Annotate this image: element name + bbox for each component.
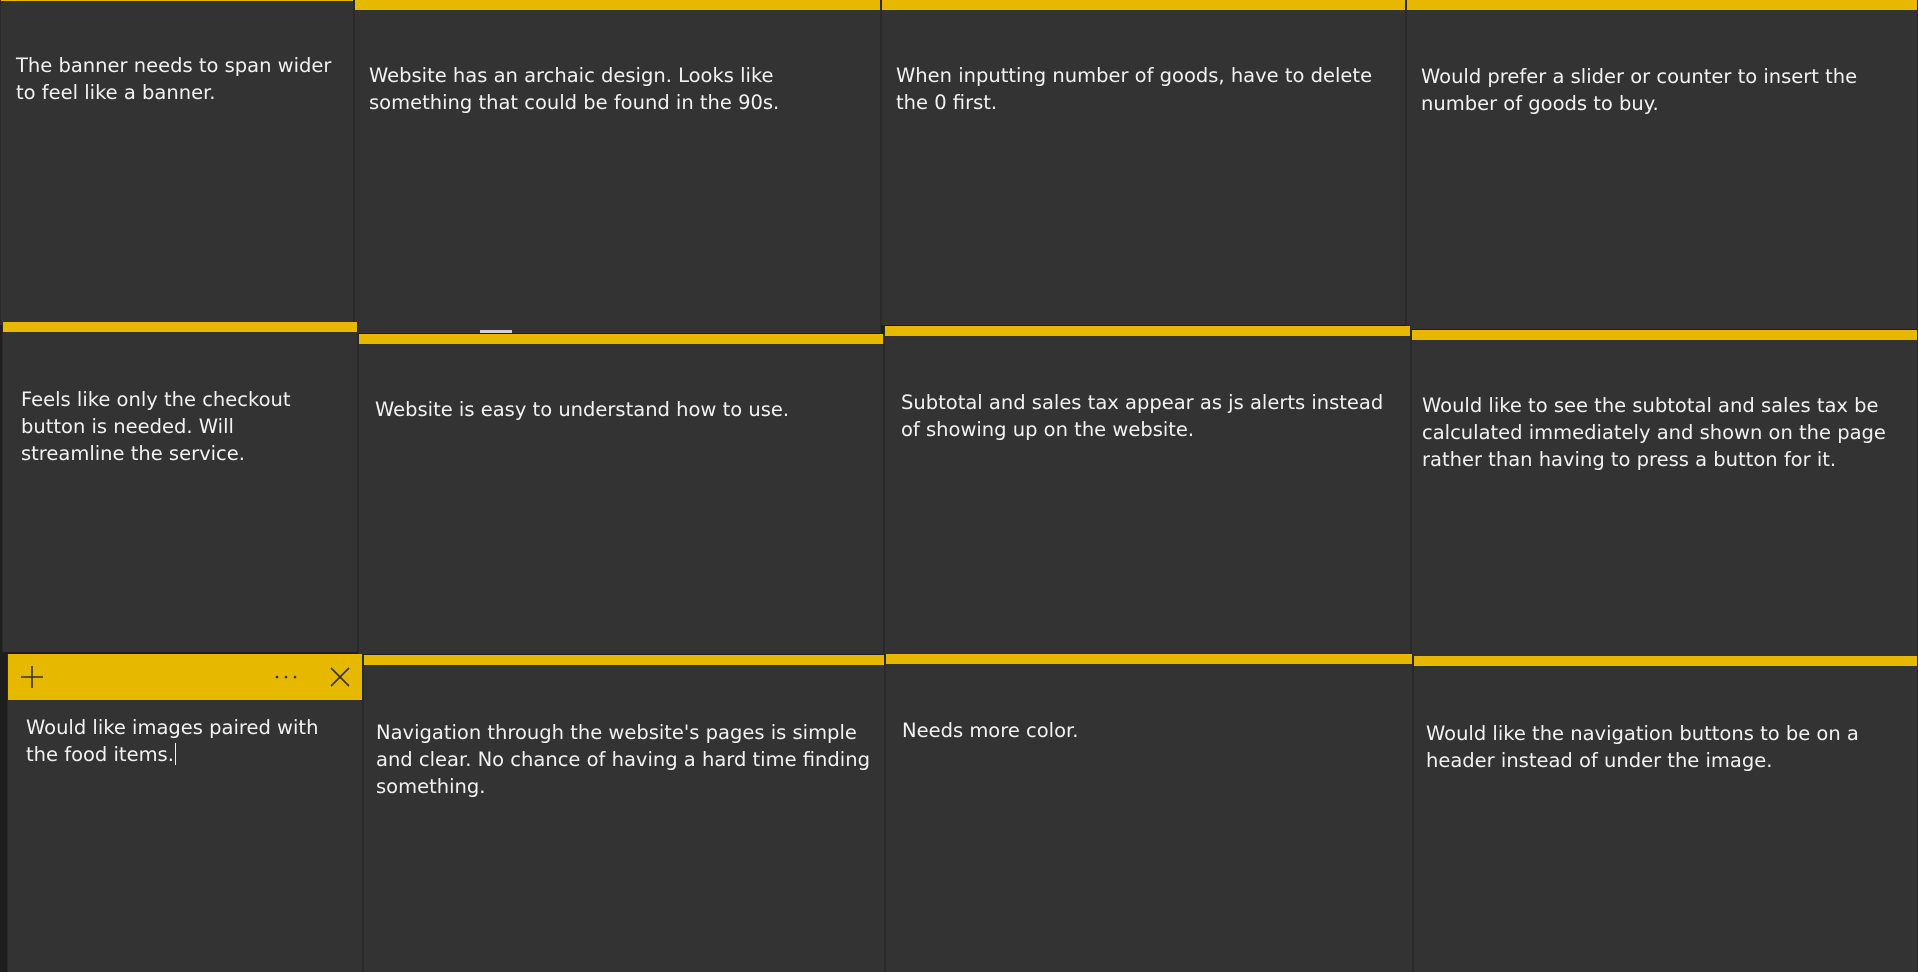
note-text[interactable]: Website has an archaic design. Looks lik…: [369, 62, 869, 116]
note-text-editor[interactable]: Would like images paired with the food i…: [26, 714, 356, 768]
sticky-note[interactable]: Subtotal and sales tax appear as js aler…: [884, 326, 1411, 656]
sticky-note[interactable]: Would like the navigation buttons to be …: [1413, 656, 1918, 972]
note-title-bar[interactable]: [1414, 656, 1917, 666]
sticky-note-active[interactable]: Would like images paired with the food i…: [7, 654, 363, 972]
note-title-bar[interactable]: [359, 334, 883, 344]
sticky-note[interactable]: When inputting number of goods, have to …: [881, 0, 1406, 325]
ellipsis-icon: [275, 675, 297, 679]
note-title-bar[interactable]: [1, 0, 353, 1]
note-text[interactable]: Would like the navigation buttons to be …: [1426, 720, 1916, 774]
sticky-note[interactable]: Would prefer a slider or counter to inse…: [1406, 0, 1918, 329]
note-title-bar[interactable]: [1407, 0, 1917, 10]
sticky-note[interactable]: Would like to see the subtotal and sales…: [1411, 330, 1918, 660]
menu-button[interactable]: [266, 654, 306, 700]
new-note-button[interactable]: [12, 654, 52, 700]
note-title-bar[interactable]: [882, 0, 1405, 10]
scroll-indicator[interactable]: [480, 330, 512, 333]
note-text[interactable]: Would like to see the subtotal and sales…: [1422, 392, 1912, 473]
sticky-note[interactable]: Needs more color.: [885, 654, 1413, 972]
sticky-note[interactable]: Navigation through the website's pages i…: [363, 655, 885, 972]
note-title-bar[interactable]: [886, 654, 1412, 664]
note-title-bar[interactable]: [8, 654, 362, 700]
sticky-note[interactable]: The banner needs to span wider to feel l…: [0, 0, 354, 325]
sticky-note[interactable]: Feels like only the checkout button is n…: [2, 322, 358, 652]
note-text[interactable]: The banner needs to span wider to feel l…: [16, 52, 336, 106]
note-text[interactable]: Would prefer a slider or counter to inse…: [1421, 63, 1911, 117]
sticky-note[interactable]: Website is easy to understand how to use…: [358, 334, 884, 654]
note-title-bar[interactable]: [355, 0, 880, 10]
sticky-notes-board: The banner needs to span wider to feel l…: [0, 0, 1918, 972]
note-text[interactable]: Subtotal and sales tax appear as js aler…: [901, 389, 1401, 443]
plus-icon: [21, 666, 43, 688]
note-title-bar[interactable]: [1412, 330, 1917, 340]
note-title-bar[interactable]: [364, 655, 884, 665]
note-text[interactable]: Website is easy to understand how to use…: [375, 396, 875, 423]
note-text[interactable]: Navigation through the website's pages i…: [376, 719, 876, 800]
note-title-bar[interactable]: [885, 326, 1410, 336]
note-text[interactable]: Feels like only the checkout button is n…: [21, 386, 341, 467]
close-button[interactable]: [320, 654, 360, 700]
sticky-note[interactable]: Website has an archaic design. Looks lik…: [354, 0, 881, 333]
note-title-bar[interactable]: [3, 322, 357, 332]
note-text[interactable]: Needs more color.: [902, 717, 1402, 744]
text-caret: [174, 743, 176, 765]
note-text[interactable]: When inputting number of goods, have to …: [896, 62, 1396, 116]
close-icon: [330, 667, 350, 687]
